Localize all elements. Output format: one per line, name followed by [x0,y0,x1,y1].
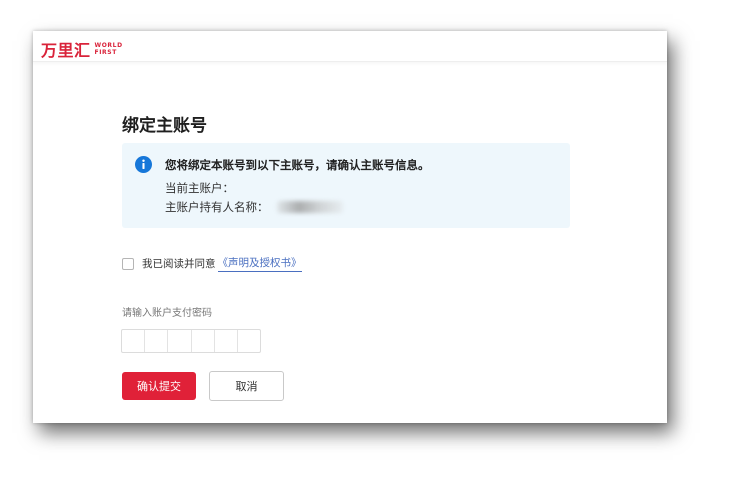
payment-password-input[interactable] [121,329,261,353]
app-window: 万里汇 WORLD FIRST 绑定主账号 您将绑定本账号到以下主账号，请确认主… [33,31,667,423]
top-header: 万里汇 WORLD FIRST [33,31,667,62]
agreement-row: 我已阅读并同意 《声明及授权书》 [122,255,302,272]
account-info-notice: 您将绑定本账号到以下主账号，请确认主账号信息。 当前主账户： 主账户持有人名称： [122,143,570,228]
worldfirst-logo[interactable]: 万里汇 WORLD FIRST [41,37,123,61]
payment-password-label: 请输入账户支付密码 [122,308,212,319]
logo-en-line1: WORLD [94,42,123,49]
password-digit-box[interactable] [145,330,169,352]
authorization-letter-link[interactable]: 《声明及授权书》 [217,255,302,272]
page-title: 绑定主账号 [122,116,207,136]
redacted-holder-name [277,201,343,213]
cancel-button[interactable]: 取消 [209,371,284,401]
password-digit-box[interactable] [238,330,260,352]
agreement-checkbox[interactable] [122,257,134,270]
logo-cn-text: 万里汇 [41,41,91,60]
confirm-submit-button[interactable]: 确认提交 [122,372,196,400]
password-digit-box[interactable] [122,330,146,352]
holder-name-label: 主账户持有人名称： [165,200,269,214]
logo-en-text: WORLD FIRST [95,42,123,56]
password-digit-box[interactable] [215,330,238,352]
agreement-text: 我已阅读并同意 [142,258,216,270]
password-digit-box[interactable] [168,330,192,352]
info-icon [135,156,152,173]
password-digit-box[interactable] [192,330,215,352]
notice-message: 您将绑定本账号到以下主账号，请确认主账号信息。 [165,158,430,172]
logo-en-line2: FIRST [94,49,117,56]
current-account-label: 当前主账户： [165,181,234,195]
